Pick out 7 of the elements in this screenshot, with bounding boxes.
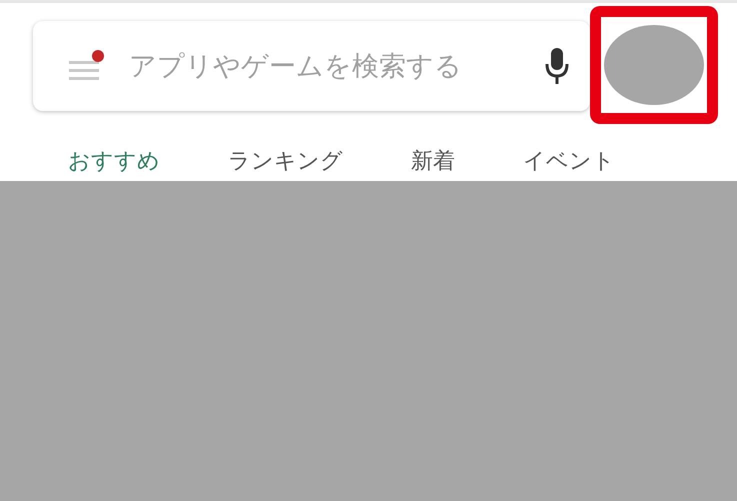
microphone-icon[interactable] (544, 46, 570, 86)
tab[interactable]: ランキング (228, 146, 343, 176)
tab[interactable]: おすすめ (68, 146, 160, 176)
menu-icon[interactable] (67, 49, 107, 83)
tab[interactable]: イベント (523, 146, 615, 176)
search-field[interactable]: アプリやゲームを検索する (127, 50, 544, 82)
tab[interactable]: 新着 (411, 146, 455, 176)
